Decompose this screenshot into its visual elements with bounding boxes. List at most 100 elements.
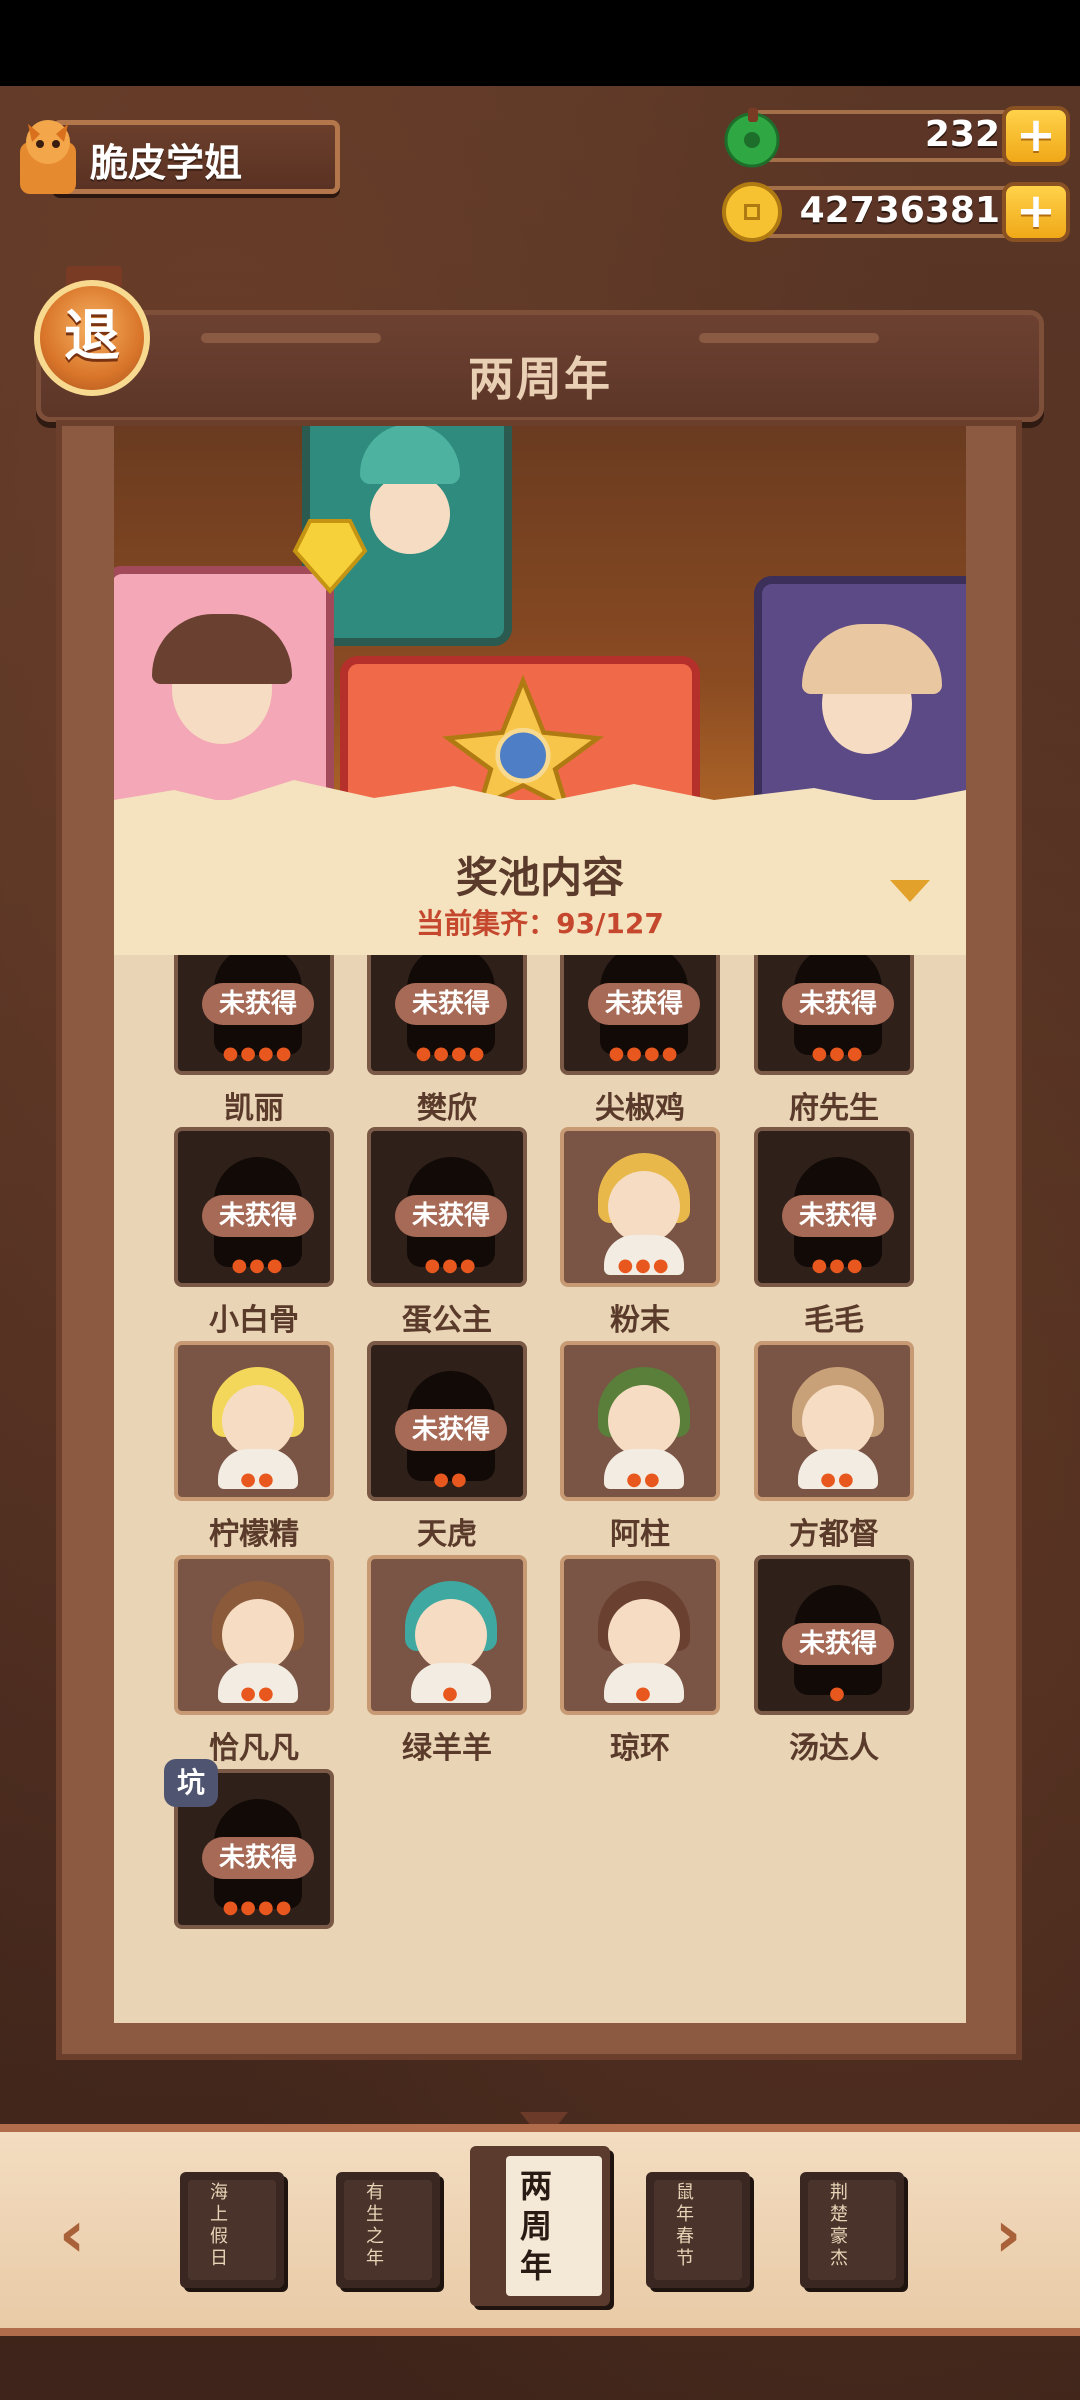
character-card[interactable]: 未获得 ●●●● 尖椒鸡	[560, 955, 720, 1135]
character-card[interactable]: ●● 方都督	[754, 1341, 914, 1561]
character-name: 柠檬精	[209, 1517, 299, 1552]
status-bar	[0, 0, 1080, 86]
character-face	[608, 1599, 680, 1671]
locked-portrait: 未获得 ●●●	[754, 1127, 914, 1287]
character-card[interactable]: ●● 恰凡凡	[174, 1555, 334, 1775]
character-name: 汤达人	[789, 1731, 879, 1766]
pit-tag: 坑	[164, 1759, 218, 1807]
locked-badge: 未获得	[202, 983, 314, 1025]
theme-book[interactable]: 鼠年春节	[646, 2172, 750, 2288]
locked-portrait: 未获得 ●●●	[367, 1127, 527, 1287]
character-card[interactable]: 未获得 ●●● 府先生	[754, 955, 914, 1135]
character-portrait: ●●	[174, 1341, 334, 1501]
rarity-flames-icon: ●	[829, 1683, 847, 1704]
theme-book[interactable]: 荆楚豪杰	[800, 2172, 904, 2288]
character-name: 蛋公主	[402, 1303, 492, 1338]
character-card[interactable]: ● 琼环	[560, 1555, 720, 1775]
next-theme-button[interactable]: ›	[986, 2202, 1030, 2268]
character-card[interactable]: ● 绿羊羊	[367, 1555, 527, 1775]
character-card[interactable]: 未获得 ●●●● 坑	[164, 1759, 334, 1989]
character-name: 粉末	[610, 1303, 670, 1338]
character-face	[415, 1599, 487, 1671]
character-name: 樊欣	[417, 1091, 477, 1126]
pool-progress: 当前集齐：93/127	[416, 907, 664, 940]
theme-selector: ‹ › 海上假日 有生之年 两周年 鼠年春节 荆楚豪杰	[0, 2124, 1080, 2336]
player-name: 脆皮学姐	[90, 141, 243, 185]
add-jade-button[interactable]: +	[1002, 106, 1070, 166]
character-card[interactable]: 未获得 ●●● 小白骨	[174, 1127, 334, 1347]
locked-badge: 未获得	[588, 983, 700, 1025]
back-button[interactable]: 退	[34, 266, 154, 400]
locked-portrait: 未获得 ●●●●	[367, 955, 527, 1075]
prev-theme-button[interactable]: ‹	[50, 2202, 94, 2268]
character-card[interactable]: ●●● 粉末	[560, 1127, 720, 1347]
collapse-arrow-icon[interactable]	[890, 880, 930, 902]
character-name: 府先生	[789, 1091, 879, 1126]
locked-badge: 未获得	[782, 1195, 894, 1237]
character-portrait: ●●	[174, 1555, 334, 1715]
locked-badge: 未获得	[782, 1623, 894, 1665]
rarity-flames-icon: ●●	[240, 1683, 276, 1704]
player-avatar-icon	[20, 120, 76, 194]
locked-portrait: 未获得 ●●●	[174, 1127, 334, 1287]
character-name: 阿柱	[610, 1517, 670, 1552]
rarity-flames-icon: ●●●●	[415, 1043, 487, 1064]
character-portrait: ●	[560, 1555, 720, 1715]
character-portrait: ●●	[560, 1341, 720, 1501]
theme-book-label: 鼠年春节	[676, 2182, 694, 2269]
rarity-flames-icon: ●●●●	[222, 1897, 294, 1918]
character-card[interactable]: 未获得 ● 汤达人	[754, 1555, 914, 1775]
character-card[interactable]: 未获得 ●●●● 凯丽	[174, 955, 334, 1135]
theme-book[interactable]: 有生之年	[336, 2172, 440, 2288]
rarity-flames-icon: ●●●	[811, 1255, 865, 1276]
locked-portrait: 未获得 ●●●●	[174, 955, 334, 1075]
locked-badge: 未获得	[782, 983, 894, 1025]
pool-header[interactable]: 奖池内容 当前集齐：93/127	[114, 780, 966, 955]
theme-book-label: 荆楚豪杰	[830, 2182, 848, 2269]
rarity-flames-icon: ●●●	[231, 1255, 285, 1276]
coin-icon	[722, 182, 782, 242]
character-name: 尖椒鸡	[595, 1091, 685, 1126]
locked-badge: 未获得	[202, 1195, 314, 1237]
character-card[interactable]: 未获得 ●●● 蛋公主	[367, 1127, 527, 1347]
rarity-flames-icon: ●●	[240, 1469, 276, 1490]
rarity-flames-icon: ●	[635, 1683, 653, 1704]
jade-amount: 232	[924, 114, 1000, 155]
character-face	[222, 1385, 294, 1457]
rarity-flames-icon: ●●●	[424, 1255, 478, 1276]
character-card[interactable]: ●● 阿柱	[560, 1341, 720, 1561]
coin-amount: 42736381	[799, 190, 1000, 231]
rarity-flames-icon: ●●●●	[222, 1043, 294, 1064]
theme-book-label: 海上假日	[210, 2182, 228, 2269]
character-card[interactable]: ●● 柠檬精	[174, 1341, 334, 1561]
banner-rope-right	[699, 333, 879, 343]
back-button-label: 退	[34, 280, 150, 396]
theme-book-label: 有生之年	[366, 2182, 384, 2269]
locked-badge: 未获得	[395, 1409, 507, 1451]
player-plate[interactable]: 脆皮学姐	[10, 112, 340, 202]
character-card[interactable]: 未获得 ●● 天虎	[367, 1341, 527, 1561]
character-name: 琼环	[610, 1731, 670, 1766]
character-face	[222, 1599, 294, 1671]
jade-icon	[724, 108, 780, 168]
rarity-flames-icon: ●●	[433, 1469, 469, 1490]
pool-title: 奖池内容	[455, 853, 624, 902]
locked-portrait: 未获得 ●●●●	[560, 955, 720, 1075]
character-card[interactable]: 未获得 ●●●● 樊欣	[367, 955, 527, 1135]
character-name: 凯丽	[224, 1091, 284, 1126]
rarity-flames-icon: ●●●●	[608, 1043, 680, 1064]
character-name: 天虎	[417, 1517, 477, 1552]
banner-rope-left	[201, 333, 381, 343]
torn-paper-edge	[114, 780, 966, 820]
add-coin-button[interactable]: +	[1002, 182, 1070, 242]
jade-currency: 232 +	[720, 104, 1070, 168]
character-card[interactable]: 未获得 ●●● 毛毛	[754, 1127, 914, 1347]
theme-book-label: 两周年	[519, 2167, 552, 2285]
character-name: 小白骨	[209, 1303, 299, 1338]
character-name: 绿羊羊	[402, 1731, 492, 1766]
character-name: 毛毛	[804, 1303, 864, 1338]
theme-book[interactable]: 海上假日	[180, 2172, 284, 2288]
rarity-flames-icon: ●●	[626, 1469, 662, 1490]
theme-book[interactable]: 两周年	[470, 2146, 610, 2306]
character-face	[608, 1171, 680, 1243]
